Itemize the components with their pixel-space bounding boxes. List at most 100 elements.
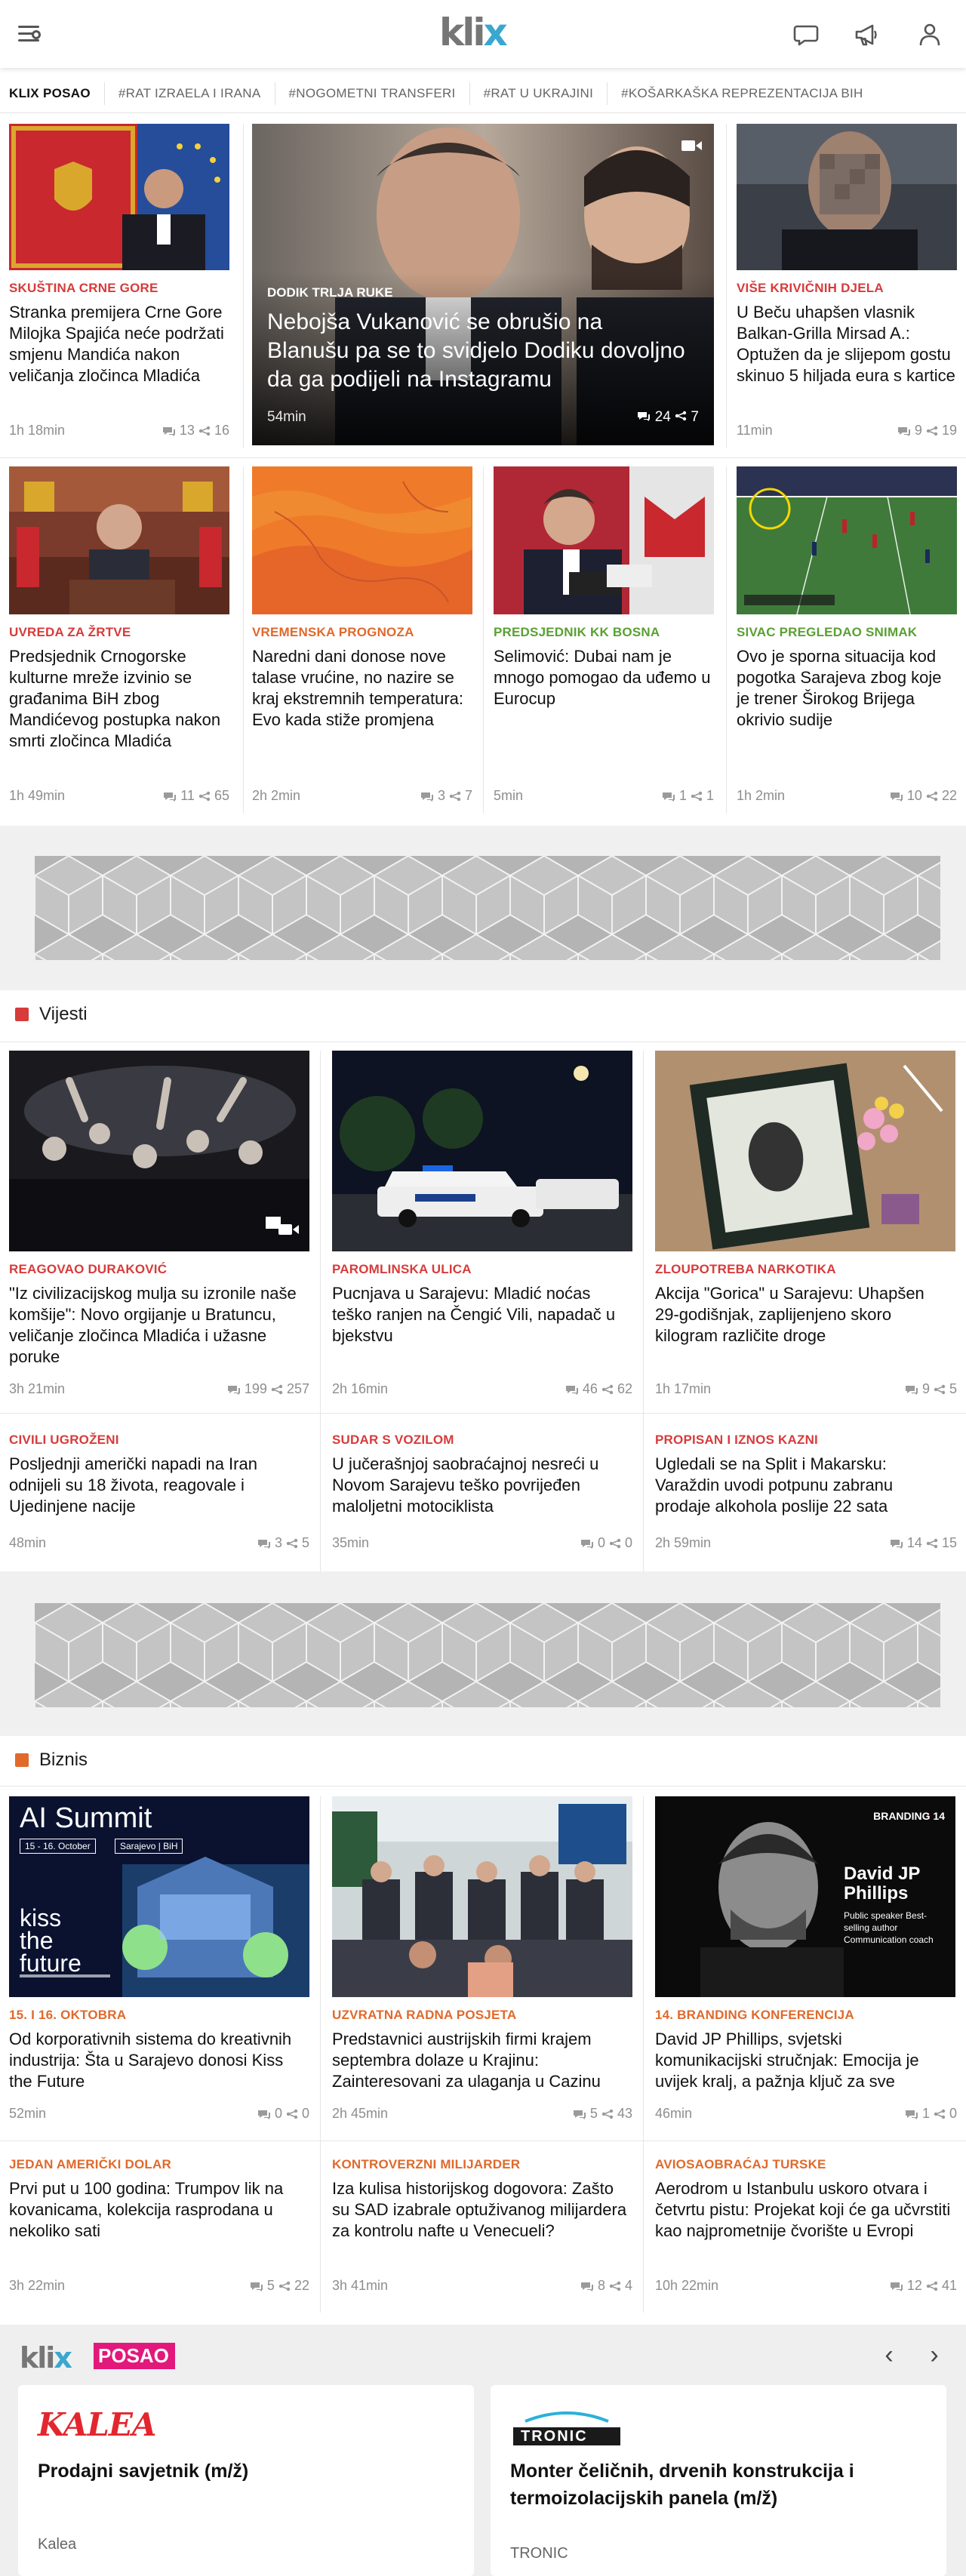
article-title[interactable]: Naredni dani donose nove talase vrućine,… (252, 646, 471, 731)
article-card[interactable]: UVREDA ZA ŽRTVE Predsjednik Crnogorske k… (9, 466, 229, 814)
article-title[interactable]: Predstavnici austrijskih firmi krajem se… (332, 2029, 628, 2092)
article-title[interactable]: Stranka premijera Crne Gore Milojka Spaj… (9, 302, 224, 386)
ad-placeholder[interactable] (35, 856, 940, 960)
article-card[interactable]: SIVAC PREGLEDAO SNIMAK Ovo je sporna sit… (737, 466, 957, 814)
article-card[interactable]: CIVILI UGROŽENI Posljednji američki napa… (9, 1433, 309, 1561)
share-icon (198, 426, 211, 436)
comment-icon (905, 1386, 918, 1395)
tag-rat-u-ukrajini[interactable]: #RAT U UKRAJINI (470, 82, 608, 105)
article-card[interactable]: SKUŠTINA CRNE GORE Stranka premijera Crn… (9, 124, 229, 448)
article-card[interactable]: BRANDING 14 David JP Phillips Public spe… (655, 1796, 957, 2133)
article-title[interactable]: David JP Phillips, svjetski komunikacijs… (655, 2029, 951, 2092)
article-title[interactable]: Ugledali se na Split i Makarsku: Varaždi… (655, 1454, 951, 1517)
menu-search-icon[interactable] (17, 21, 44, 48)
article-card[interactable]: UZVRATNA RADNA POSJETA Predstavnici aust… (332, 1796, 632, 2133)
tag-klix-posao[interactable]: KLIX POSAO (0, 82, 105, 105)
article-title[interactable]: Aerodrom u Istanbulu uskoro otvara i čet… (655, 2178, 951, 2242)
carousel-next-icon[interactable]: › (921, 2341, 948, 2368)
article-title[interactable]: Ovo je sporna situacija kod pogotka Sara… (737, 646, 955, 731)
article-title[interactable]: Predsjednik Crnogorske kulturne mreže iz… (9, 646, 228, 752)
job-title[interactable]: Monter čeličnih, drvenih konstrukcija i … (510, 2458, 933, 2512)
job-title[interactable]: Prodajni savjetnik (m/ž) (38, 2458, 460, 2485)
comment-icon (890, 792, 903, 802)
tag-kosarkaska-reprezentacija[interactable]: #KOŠARKAŠKA REPREZENTACIJA BIH (608, 82, 876, 105)
hero-title[interactable]: Nebojša Vukanović se obrušio na Blanušu … (267, 308, 690, 394)
share-icon (609, 2281, 621, 2291)
comment-icon (897, 427, 910, 436)
share-icon (449, 791, 461, 802)
article-title[interactable]: Od korporativnih sistema do kreativnih i… (9, 2029, 305, 2092)
article-image[interactable] (332, 1796, 632, 1997)
user-icon[interactable] (916, 21, 943, 48)
article-card[interactable]: AI Summit 15 - 16. October Sarajevo | Bi… (9, 1796, 309, 2133)
article-image[interactable]: BRANDING 14 David JP Phillips Public spe… (655, 1796, 955, 1997)
article-title[interactable]: U Beču uhapšen vlasnik Balkan-Grilla Mir… (737, 302, 955, 386)
article-time: 2h 16min (332, 1381, 389, 1396)
article-image[interactable] (737, 124, 957, 270)
article-card[interactable]: AVIOSAOBRAĆAJ TURSKE Aerodrom u Istanbul… (655, 2157, 957, 2308)
article-card[interactable]: PAROMLINSKA ULICA Pucnjava u Sarajevu: M… (332, 1051, 632, 1405)
posao-logo[interactable]: klix (20, 2341, 72, 2374)
article-card[interactable]: JEDAN AMERIČKI DOLAR Prvi put u 100 godi… (9, 2157, 309, 2308)
ad-place: Sarajevo | BiH (115, 1839, 183, 1854)
article-image[interactable] (252, 466, 472, 614)
comment-icon (257, 1540, 270, 1549)
article-card[interactable]: PROPISAN I IZNOS KAZNI Ugledali se na Sp… (655, 1433, 957, 1561)
article-image[interactable] (9, 124, 229, 270)
article-title[interactable]: Posljednji američki napadi na Iran odnij… (9, 1454, 305, 1517)
divider (0, 457, 966, 458)
hero-image[interactable] (252, 124, 714, 445)
comment-icon (580, 2282, 593, 2291)
article-title[interactable]: Akcija "Gorica" u Sarajevu: Uhapšen 29-g… (655, 1283, 951, 1346)
article-image[interactable] (737, 466, 957, 614)
job-card[interactable]: TRONIC Monter čeličnih, drvenih konstruk… (491, 2385, 946, 2576)
article-card[interactable]: REAGOVAO DURAKOVIĆ "Iz civilizacijskog m… (9, 1051, 309, 1405)
article-title[interactable]: Iza kulisa historijskog dogovora: Zašto … (332, 2178, 628, 2242)
ad-date: 15 - 16. October (20, 1839, 96, 1854)
article-title[interactable]: Selimović: Dubai nam je mnogo pomogao da… (494, 646, 712, 709)
comment-icon (638, 412, 651, 421)
divider (483, 466, 484, 814)
article-title[interactable]: Pucnjava u Sarajevu: Mladić noćas teško … (332, 1283, 628, 1346)
article-time: 46min (655, 2106, 693, 2121)
article-card[interactable]: PREDSJEDNIK KK BOSNA Selimović: Dubai na… (494, 466, 714, 814)
article-time: 52min (9, 2106, 47, 2121)
article-time: 5min (494, 788, 524, 803)
tag-nogometni-transferi[interactable]: #NOGOMETNI TRANSFERI (275, 82, 470, 105)
megaphone-icon[interactable] (853, 21, 880, 48)
company-logo: TRONIC (510, 2405, 623, 2447)
article-card[interactable]: SUDAR S VOZILOM U jučerašnjoj saobraćajn… (332, 1433, 632, 1561)
article-time: 10h 22min (655, 2278, 719, 2293)
top-bar: klix (0, 0, 966, 68)
article-title[interactable]: U jučerašnjoj saobraćajnoj nesreći u Nov… (332, 1454, 628, 1517)
comments-icon[interactable] (792, 21, 820, 48)
section-heading-biznis[interactable]: Biznis (15, 1750, 88, 1771)
article-card[interactable]: ZLOUPOTREBA NARKOTIKA Akcija "Gorica" u … (655, 1051, 957, 1405)
share-icon (926, 791, 938, 802)
article-image[interactable] (494, 466, 714, 614)
posao-badge[interactable]: POSAO (94, 2343, 175, 2369)
ad-placeholder[interactable] (35, 1603, 940, 1707)
comment-icon (890, 1540, 903, 1549)
section-heading-vijesti[interactable]: Vijesti (15, 1004, 88, 1025)
article-time: 1h 49min (9, 788, 66, 803)
article-title[interactable]: "Iz civilizacijskog mulja su izronile na… (9, 1283, 305, 1368)
article-image[interactable] (9, 466, 229, 614)
article-title[interactable]: Prvi put u 100 godina: Trumpov lik na ko… (9, 2178, 305, 2242)
article-image[interactable] (332, 1051, 632, 1251)
job-card[interactable]: KALEA Prodajni savjetnik (m/ž) Kalea (18, 2385, 474, 2576)
article-time: 2h 2min (252, 788, 301, 803)
article-image[interactable] (9, 1051, 309, 1251)
article-image[interactable] (655, 1051, 955, 1251)
carousel-prev-icon[interactable]: ‹ (875, 2341, 903, 2368)
article-time: 3h 41min (332, 2278, 389, 2293)
divider (0, 1413, 966, 1414)
article-card[interactable]: VIŠE KRIVIČNIH DJELA U Beču uhapšen vlas… (737, 124, 957, 448)
article-image[interactable]: AI Summit 15 - 16. October Sarajevo | Bi… (9, 1796, 309, 1997)
site-logo[interactable]: klix (439, 11, 508, 54)
article-card[interactable]: VREMENSKA PROGNOZA Naredni dani donose n… (252, 466, 472, 814)
ad-subtitle: Public speaker Best-selling author Commu… (844, 1910, 934, 1945)
article-card[interactable]: KONTROVERZNI MILIJARDER Iza kulisa histo… (332, 2157, 632, 2308)
tag-rat-izraela[interactable]: #RAT IZRAELA I IRANA (105, 82, 275, 105)
hero-article-card[interactable]: DODIK TRLJA RUKE Nebojša Vukanović se ob… (252, 124, 714, 445)
